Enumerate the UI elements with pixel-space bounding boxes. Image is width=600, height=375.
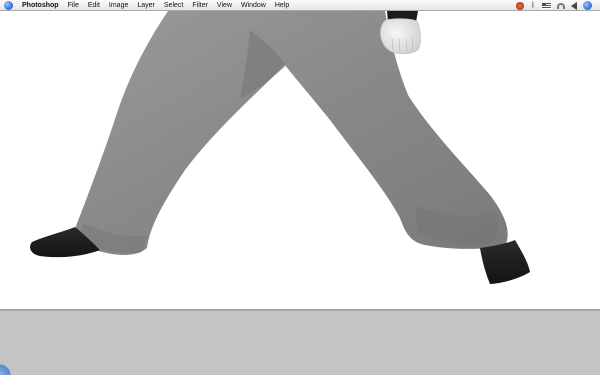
us-flag-icon[interactable] bbox=[542, 2, 551, 9]
menu-bar: Photoshop File Edit Image Layer Select F… bbox=[0, 0, 600, 11]
spotlight-icon[interactable] bbox=[583, 1, 592, 10]
bug-icon[interactable] bbox=[516, 1, 524, 10]
menu-layer[interactable]: Layer bbox=[137, 0, 155, 11]
character-render bbox=[30, 11, 530, 284]
menu-view[interactable]: View bbox=[217, 0, 232, 11]
workspace-background bbox=[0, 309, 600, 375]
apple-menu-icon[interactable] bbox=[4, 1, 13, 10]
resize-corner-icon[interactable] bbox=[0, 359, 16, 375]
wifi-icon[interactable] bbox=[557, 2, 565, 9]
menu-help[interactable]: Help bbox=[275, 0, 289, 11]
menu-edit[interactable]: Edit bbox=[88, 0, 100, 11]
menu-extras: ᛒ bbox=[516, 0, 592, 11]
volume-icon[interactable] bbox=[571, 1, 577, 10]
menu-select[interactable]: Select bbox=[164, 0, 183, 11]
menu-file[interactable]: File bbox=[68, 0, 79, 11]
menu-filter[interactable]: Filter bbox=[192, 0, 208, 11]
bluetooth-icon[interactable]: ᛒ bbox=[530, 2, 536, 10]
menu-items: Photoshop File Edit Image Layer Select F… bbox=[22, 0, 289, 11]
menu-app-photoshop[interactable]: Photoshop bbox=[22, 0, 59, 11]
menu-image[interactable]: Image bbox=[109, 0, 128, 11]
menu-window[interactable]: Window bbox=[241, 0, 266, 11]
document-canvas[interactable] bbox=[0, 11, 600, 309]
